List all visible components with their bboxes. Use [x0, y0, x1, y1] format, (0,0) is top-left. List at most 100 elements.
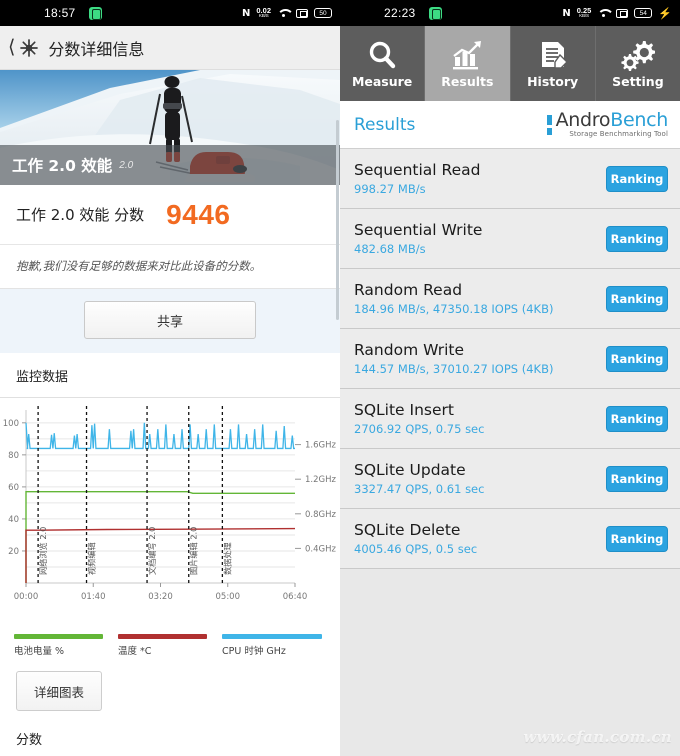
gears-icon [621, 39, 655, 71]
svg-text:03:20: 03:20 [148, 592, 173, 602]
pcmark-logo-icon [19, 38, 39, 58]
chart-legend: 电池电量 % 温度 *C CPU 时钟 GHz [0, 628, 340, 659]
legend-label-battery: 电池电量 % [14, 646, 65, 657]
tab-measure[interactable]: Measure [340, 26, 426, 101]
wifi-icon [277, 8, 290, 18]
ranking-button[interactable]: Ranking [606, 405, 668, 432]
hero-title: 工作 2.0 效能 [12, 157, 113, 175]
monitor-chart-svg: 100 80 60 40 20 1.6GHz 1.2GHz 0.8GHz 0.4GHz 00:00… [3, 406, 336, 602]
screenshot-root: 18:57 N 0.02 KB/S 50 ⟨ 分数详细信息 工作 2.0 效能 … [0, 0, 680, 756]
status-icons: N 0.02 KB/S 50 [242, 7, 332, 19]
battery-icon: 50 [314, 8, 332, 18]
svg-text:60: 60 [8, 483, 19, 493]
tab-label: Results [441, 73, 494, 89]
table-row: Random Write 144.57 MB/s, 37010.27 IOPS (… [340, 329, 680, 389]
nfc-icon: N [242, 7, 251, 19]
brand-marks-icon [546, 114, 552, 135]
svg-text:0.8GHz: 0.8GHz [305, 510, 336, 520]
score-note: 抱歉,我们没有足够的数据来对比此设备的分数。 [0, 245, 340, 288]
sim-icon [296, 8, 308, 18]
battery-icon: 54 [634, 8, 653, 18]
tab-bar: Measure Results History Setting [340, 26, 680, 101]
page-title: 分数详细信息 [48, 39, 145, 59]
svg-text:1.2GHz: 1.2GHz [305, 475, 336, 485]
result-value: 4005.46 QPS, 0.5 sec [354, 542, 478, 556]
status-app-badge-icon [429, 6, 442, 20]
ranking-button[interactable]: Ranking [606, 285, 668, 312]
status-icons: N 0.25 KB/S 54 ⚡ [562, 7, 672, 20]
status-time: 18:57 [44, 6, 76, 20]
legend-item-cpu: CPU 时钟 GHz [222, 634, 326, 657]
ranking-button[interactable]: Ranking [606, 345, 668, 372]
score-value: 9446 [166, 198, 231, 230]
result-info: SQLite Insert 2706.92 QPS, 0.75 sec [354, 401, 484, 436]
back-chevron-icon[interactable]: ⟨ [8, 36, 15, 59]
nfc-icon: N [562, 7, 571, 19]
watermark: www.cfan.com.cn [523, 728, 672, 746]
legend-swatch-cpu [222, 634, 322, 639]
result-info: Sequential Read 998.27 MB/s [354, 161, 480, 196]
svg-text:06:40: 06:40 [283, 592, 308, 602]
pcmark-appbar: ⟨ 分数详细信息 [0, 26, 340, 70]
status-bar-right: 22:23 N 0.25 KB/S 54 ⚡ [340, 0, 680, 26]
result-value: 3327.47 QPS, 0.61 sec [354, 482, 485, 496]
result-info: Sequential Write 482.68 MB/s [354, 221, 482, 256]
ranking-button[interactable]: Ranking [606, 465, 668, 492]
network-speed-indicator: 0.25 KB/S [577, 7, 592, 19]
legend-item-battery: 电池电量 % [14, 634, 118, 657]
result-value: 144.57 MB/s, 37010.27 IOPS (4KB) [354, 362, 554, 376]
svg-text:1.6GHz: 1.6GHz [305, 441, 336, 451]
magnifier-icon [365, 39, 399, 71]
tab-setting[interactable]: Setting [596, 26, 680, 101]
charging-bolt-icon: ⚡ [658, 7, 672, 20]
tab-label: History [527, 73, 579, 89]
score-row: 工作 2.0 效能 分数 9446 [0, 185, 340, 245]
svg-text:20: 20 [8, 547, 19, 557]
result-name: SQLite Update [354, 461, 466, 479]
tab-label: Setting [612, 73, 664, 89]
brand-tagline: Storage Benchmarking Tool [569, 129, 668, 138]
androbench-panel: 22:23 N 0.25 KB/S 54 ⚡ Measure Results H… [340, 0, 680, 756]
result-value: 998.27 MB/s [354, 182, 426, 196]
section-monitor-title: 监控数据 [0, 353, 340, 398]
results-header: Results AndroBench Storage Benchmarking … [340, 101, 680, 149]
svg-text:40: 40 [8, 515, 19, 525]
result-name: Sequential Read [354, 161, 481, 179]
detail-chart-button[interactable]: 详细图表 [16, 671, 102, 711]
bar-chart-icon [450, 39, 484, 71]
ranking-button[interactable]: Ranking [606, 225, 668, 252]
tab-label: Measure [351, 73, 413, 89]
svg-text:视频编辑: 视频编辑 [87, 542, 97, 575]
monitor-chart: 100 80 60 40 20 1.6GHz 1.2GHz 0.8GHz 0.4GHz 00:00… [0, 398, 340, 628]
svg-text:100: 100 [3, 419, 19, 429]
result-name: SQLite Delete [354, 521, 461, 539]
svg-text:网络浏览 2.0: 网络浏览 2.0 [38, 527, 48, 575]
wifi-icon [597, 8, 610, 18]
status-bar-left: 18:57 N 0.02 KB/S 50 [0, 0, 340, 26]
result-info: SQLite Update 3327.47 QPS, 0.61 sec [354, 461, 484, 496]
status-app-badge-icon [89, 6, 102, 20]
share-button[interactable]: 共享 [84, 301, 256, 339]
svg-text:数据处理: 数据处理 [222, 542, 232, 575]
result-value: 184.96 MB/s, 47350.18 IOPS (4KB) [354, 302, 554, 316]
pcmark-panel: 18:57 N 0.02 KB/S 50 ⟨ 分数详细信息 工作 2.0 效能 … [0, 0, 340, 756]
table-row: Sequential Write 482.68 MB/s Ranking [340, 209, 680, 269]
hero-version: 2.0 [119, 159, 134, 171]
legend-swatch-temp [118, 634, 208, 639]
result-name: Random Read [354, 281, 463, 299]
network-speed-unit: KB/S [258, 13, 269, 19]
scrollbar-left[interactable] [336, 120, 339, 320]
svg-text:01:40: 01:40 [81, 592, 106, 602]
sim-icon [616, 8, 629, 18]
brand-name: AndroBench [556, 109, 669, 131]
document-pen-icon [536, 39, 570, 71]
legend-label-temp: 温度 *C [118, 646, 152, 657]
tab-results[interactable]: Results [425, 26, 511, 101]
ranking-button[interactable]: Ranking [606, 525, 668, 552]
result-value: 2706.92 QPS, 0.75 sec [354, 422, 485, 436]
tab-history[interactable]: History [511, 26, 596, 101]
ranking-button[interactable]: Ranking [606, 165, 668, 192]
result-value: 482.68 MB/s [354, 242, 426, 256]
table-row: SQLite Delete 4005.46 QPS, 0.5 sec Ranking [340, 509, 680, 569]
result-info: Random Write 144.57 MB/s, 37010.27 IOPS (… [354, 341, 553, 376]
